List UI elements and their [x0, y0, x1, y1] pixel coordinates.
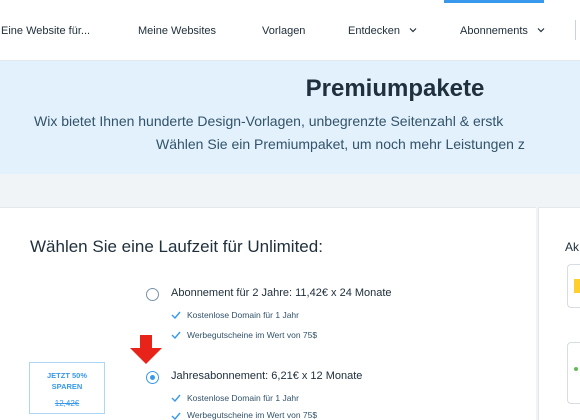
yellow-marker	[574, 279, 580, 293]
hero-banner: Premiumpakete Wix bietet Ihnen hunderte …	[0, 61, 580, 174]
nav-item-label: Meine Websites	[138, 25, 217, 37]
nav-item-label: Eine Website für...	[1, 25, 91, 37]
duration-section-title: Wählen Sie eine Laufzeit für Unlimited:	[30, 237, 323, 256]
radio-selected-dot	[150, 375, 155, 380]
page-title: Premiumpakete	[305, 75, 485, 102]
nav-item-label: Entdecken	[348, 25, 400, 37]
green-marker	[574, 367, 578, 371]
side-option-box[interactable]	[567, 264, 580, 308]
checkmark-icon	[171, 331, 181, 339]
top-navigation: Eine Website für... Meine Websites Vorla…	[0, 0, 580, 61]
checkmark-icon	[171, 394, 181, 402]
hero-description-line-2: Wählen Sie ein Premiumpaket, um noch meh…	[156, 136, 525, 152]
nav-item-my-websites[interactable]: Meine Websites	[138, 22, 216, 40]
plan-feature: Kostenlose Domain für 1 Jahr	[187, 310, 299, 320]
plan-option-annual-radio[interactable]	[146, 371, 159, 384]
plan-option-annual-label[interactable]: Jahresabonnement: 6,21€ x 12 Monate	[171, 370, 362, 382]
plan-option-label-text: Jahresabonnement: 6,21€ x 12 Monate	[171, 370, 363, 382]
side-panel-label: Ak	[565, 240, 580, 254]
nav-item-explore[interactable]: Entdecken	[348, 22, 418, 40]
plan-option-label-text: Abonnement für 2 Jahre: 11,42€ x 24 Mona…	[171, 287, 392, 299]
chevron-down-icon	[408, 25, 418, 35]
chevron-down-icon	[536, 25, 546, 35]
nav-item-subscriptions[interactable]: Abonnements	[460, 22, 546, 40]
save-badge-line-1: JETZT 50%	[46, 371, 87, 380]
plan-feature: Kostenlose Domain für 1 Jahr	[187, 393, 299, 403]
nav-item-label: Vorlagen	[262, 25, 306, 37]
save-badge: JETZT 50% SPAREN 12,42€	[29, 362, 105, 414]
plan-option-2-years-label[interactable]: Abonnement für 2 Jahre: 11,42€ x 24 Mona…	[171, 287, 392, 299]
nav-divider	[575, 20, 576, 40]
plan-feature: Werbegutscheine im Wert von 75$	[187, 330, 318, 340]
nav-item-label: Abonnements	[460, 25, 528, 37]
nav-item-templates[interactable]: Vorlagen	[262, 22, 305, 40]
side-panel: Ak	[538, 207, 580, 420]
active-tab-indicator	[444, 0, 544, 3]
side-option-box[interactable]	[567, 342, 580, 404]
plan-option-2-years-radio[interactable]	[146, 288, 159, 301]
old-price: 12,42€	[54, 399, 80, 408]
save-badge-line-2: SPAREN	[51, 382, 83, 391]
red-arrow-down-icon	[128, 333, 164, 365]
hero-description-line-1: Wix bietet Ihnen hunderte Design-Vorlage…	[34, 113, 504, 129]
nav-item-website-for[interactable]: Eine Website für...	[1, 22, 90, 40]
checkmark-icon	[171, 311, 181, 319]
